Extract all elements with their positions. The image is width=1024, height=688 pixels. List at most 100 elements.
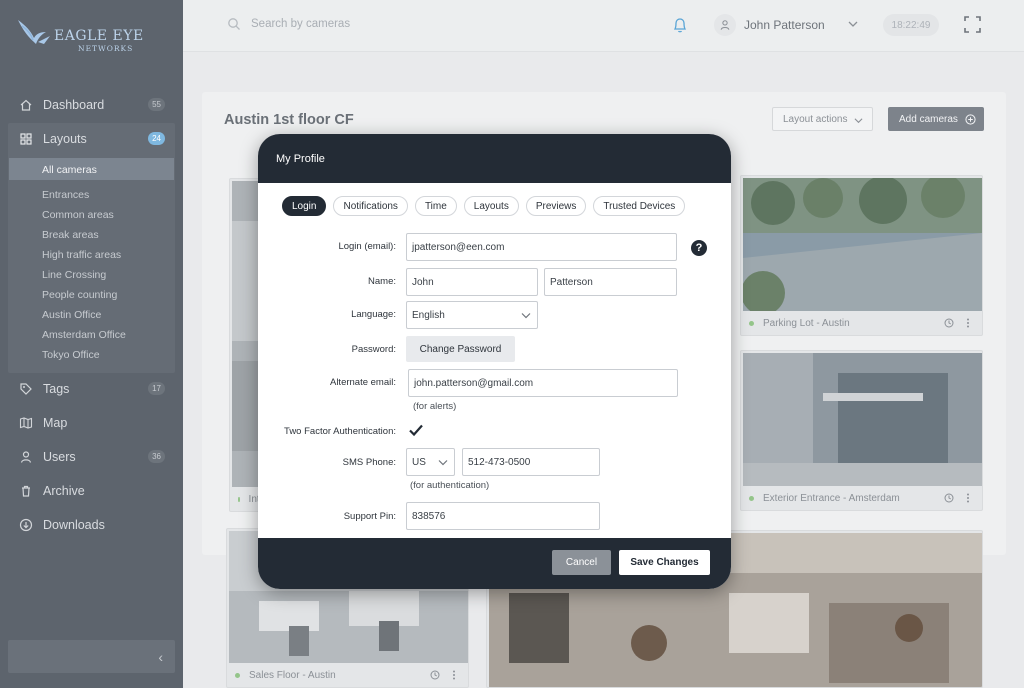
tab-notifications[interactable]: Notifications xyxy=(333,196,408,216)
clock-icon[interactable] xyxy=(944,493,954,503)
layout-entrances[interactable]: Entrances xyxy=(42,189,89,201)
tab-previews[interactable]: Previews xyxy=(525,196,587,216)
save-changes-button[interactable]: Save Changes xyxy=(619,550,710,575)
sms-phone-label: SMS Phone: xyxy=(342,457,396,468)
tab-layouts[interactable]: Layouts xyxy=(463,196,519,216)
sms-phone-hint: (for authentication) xyxy=(410,480,490,491)
sidebar-item-label: Downloads xyxy=(43,518,105,532)
sidebar-item-downloads[interactable]: Downloads xyxy=(8,510,175,540)
search-input[interactable]: Search by cameras xyxy=(227,17,350,31)
brand-subname: NETWORKS xyxy=(78,44,134,53)
clock: 18:22:49 xyxy=(883,14,939,36)
camera-footer: Parking Lot - Austin xyxy=(741,311,982,335)
eagle-logo-icon xyxy=(18,20,50,44)
page-title: Austin 1st floor CF xyxy=(224,112,354,128)
layout-actions-dropdown[interactable]: Layout actions xyxy=(772,107,873,131)
chevron-left-icon: ‹ xyxy=(158,648,163,665)
tab-login[interactable]: Login xyxy=(282,196,327,216)
sidebar-item-users[interactable]: Users 36 xyxy=(8,442,175,472)
password-label: Password: xyxy=(351,344,396,355)
search-icon xyxy=(228,18,240,30)
layout-high-traffic-areas[interactable]: High traffic areas xyxy=(42,249,121,261)
add-cameras-label: Add cameras xyxy=(899,113,958,125)
alternate-email-hint: (for alerts) xyxy=(413,401,457,412)
add-cameras-button[interactable]: Add cameras xyxy=(888,107,984,131)
language-select[interactable]: English xyxy=(406,301,538,329)
download-icon xyxy=(19,518,33,532)
sidebar-item-map[interactable]: Map xyxy=(8,408,175,438)
name-label: Name: xyxy=(368,276,396,287)
chevron-down-icon[interactable] xyxy=(847,18,859,30)
more-icon[interactable] xyxy=(963,318,973,328)
top-bar: Search by cameras John Patterson 18:22:4… xyxy=(183,0,1024,52)
layout-common-areas[interactable]: Common areas xyxy=(42,209,114,221)
user-name[interactable]: John Patterson xyxy=(744,18,825,32)
dialog-title: My Profile xyxy=(276,152,325,165)
more-icon[interactable] xyxy=(449,670,459,680)
trash-icon xyxy=(22,485,30,497)
login-email-field[interactable]: jpatterson@een.com xyxy=(406,233,677,261)
user-icon xyxy=(720,20,730,30)
sidebar-item-archive[interactable]: Archive xyxy=(8,476,175,506)
country-code-value: US xyxy=(412,456,426,468)
user-icon xyxy=(20,451,32,463)
two-factor-checkbox[interactable] xyxy=(408,422,424,438)
language-label: Language: xyxy=(351,309,396,320)
login-email-label: Login (email): xyxy=(338,241,396,252)
sidebar-item-tags[interactable]: Tags 17 xyxy=(8,374,175,404)
layout-tokyo-office[interactable]: Tokyo Office xyxy=(42,349,100,361)
alternate-email-field[interactable]: john.patterson@gmail.com xyxy=(408,369,678,397)
camera-name: Parking Lot - Austin xyxy=(763,317,850,329)
layout-actions-label: Layout actions xyxy=(783,113,848,125)
sidebar-item-label: Dashboard xyxy=(43,98,105,112)
last-name-field[interactable]: Patterson xyxy=(544,268,677,296)
layout-people-counting[interactable]: People counting xyxy=(42,289,117,301)
change-password-button[interactable]: Change Password xyxy=(406,336,515,362)
sidebar-item-dashboard[interactable]: Dashboard 55 xyxy=(8,90,175,120)
alternate-email-label: Alternate email: xyxy=(329,377,396,388)
sidebar-item-label: Layouts xyxy=(43,132,87,146)
layout-break-areas[interactable]: Break areas xyxy=(42,229,99,241)
sidebar-item-label: Map xyxy=(43,416,68,430)
chevron-down-icon xyxy=(854,118,863,124)
first-name-field[interactable]: John xyxy=(406,268,538,296)
support-pin-field[interactable]: 838576 xyxy=(406,502,600,530)
clock-icon[interactable] xyxy=(944,318,954,328)
chevron-down-icon xyxy=(521,313,531,319)
collapse-sidebar-button[interactable]: ‹ xyxy=(8,640,175,673)
fullscreen-icon[interactable] xyxy=(964,16,981,33)
layout-all-cameras[interactable]: All cameras xyxy=(42,164,97,176)
camera-tile[interactable]: Parking Lot - Austin xyxy=(740,175,983,336)
bell-icon[interactable] xyxy=(672,16,688,34)
camera-footer: Sales Floor - Austin xyxy=(227,663,468,687)
sidebar-item-layouts[interactable]: Layouts 24 xyxy=(8,124,175,154)
cancel-button[interactable]: Cancel xyxy=(552,550,611,575)
camera-name: Sales Floor - Austin xyxy=(249,669,336,681)
avatar[interactable] xyxy=(714,14,736,36)
tab-trusted-devices[interactable]: Trusted Devices xyxy=(593,196,686,216)
camera-feed xyxy=(743,178,982,311)
status-dot xyxy=(238,496,240,502)
count-badge: 36 xyxy=(148,450,165,463)
brand-logo[interactable]: EAGLE EYE NETWORKS xyxy=(16,14,146,54)
status-dot xyxy=(749,320,754,326)
country-code-select[interactable]: US xyxy=(406,448,455,476)
grid-icon xyxy=(20,133,32,145)
chevron-down-icon xyxy=(438,460,448,466)
layout-line-crossing[interactable]: Line Crossing xyxy=(42,269,106,281)
tab-time[interactable]: Time xyxy=(414,196,457,216)
sms-phone-field[interactable]: 512-473-0500 xyxy=(462,448,600,476)
help-icon[interactable]: ? xyxy=(691,240,707,256)
more-icon[interactable] xyxy=(963,493,973,503)
status-dot xyxy=(749,495,754,501)
search-placeholder: Search by cameras xyxy=(251,18,351,30)
brand-name: EAGLE EYE xyxy=(54,28,144,44)
plus-circle-icon xyxy=(965,114,976,125)
layout-amsterdam-office[interactable]: Amsterdam Office xyxy=(42,329,126,341)
camera-tile[interactable]: Exterior Entrance - Amsterdam xyxy=(740,350,983,511)
sidebar: EAGLE EYE NETWORKS Dashboard 55 Layouts … xyxy=(0,0,183,688)
layout-austin-office[interactable]: Austin Office xyxy=(42,309,101,321)
clock-icon[interactable] xyxy=(430,670,440,680)
camera-name: Exterior Entrance - Amsterdam xyxy=(763,492,900,504)
status-dot xyxy=(235,672,240,678)
